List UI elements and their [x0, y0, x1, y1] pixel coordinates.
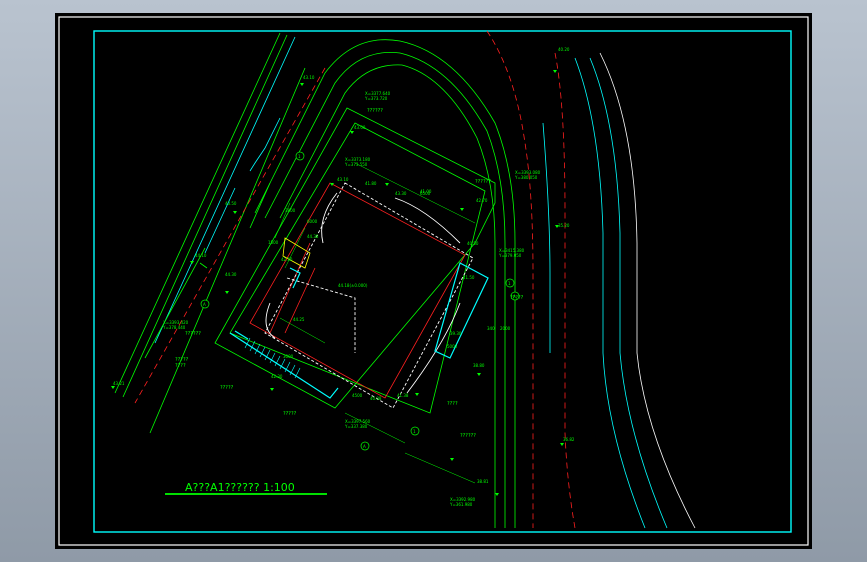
note-label: ??????: [460, 433, 476, 439]
elevation-label: 43.10: [337, 177, 349, 182]
dim-label: 3800: [285, 208, 296, 213]
note-label: ??????: [185, 331, 201, 337]
dim-label: 4500: [352, 393, 363, 398]
elevation-label: 40.08: [370, 396, 382, 401]
elevation-label: 41.80: [365, 181, 377, 186]
dim-label: 6000: [307, 219, 318, 224]
elevation-label: 43.00: [354, 125, 366, 130]
dim-label: 340: [487, 326, 495, 331]
elevation-label: 43.30: [395, 191, 407, 196]
elevation-label: 41.50: [463, 275, 475, 280]
building-outline: [264, 182, 474, 409]
left-road: [114, 32, 288, 398]
elevation-label: 41.38: [397, 393, 409, 398]
coord-label: Y=378.440: [162, 325, 186, 330]
note-label: ?????: [283, 411, 297, 417]
elevation-label: 38.81: [477, 479, 489, 484]
coord-label: Y=380.050: [514, 175, 538, 180]
outer-frame: [58, 16, 809, 546]
elevation-label: 36.82: [563, 437, 575, 442]
note-label: ??????: [367, 108, 383, 114]
cad-viewport[interactable]: 1 A A 1 1 A 43.10 43.00 43.50 44.10 44.3…: [55, 13, 812, 549]
note-label: ??????: [475, 179, 491, 185]
dim-label: 5000: [447, 344, 458, 349]
elevation-label: 42.70: [476, 198, 488, 203]
coord-label: Y=361.980: [449, 502, 473, 507]
elevation-label: 43.10: [303, 75, 315, 80]
left-red-boundary: [134, 67, 326, 404]
dim-label: 3000: [283, 354, 294, 359]
dim-label: 1500: [268, 240, 279, 245]
elevation-label: 40.20: [558, 47, 570, 52]
elevation-label: 42.30: [271, 374, 283, 379]
elevation-label: 43.21: [113, 381, 125, 386]
coord-label: Y=337.380: [344, 424, 368, 429]
elevation-label: 39.30: [450, 331, 462, 336]
elevation-label: 44.30: [225, 272, 237, 277]
axis-label: A: [203, 302, 206, 307]
elevation-label: 42.50: [281, 257, 293, 262]
coord-label: Y=373.550: [344, 162, 368, 167]
elevation-label: 44.10: [195, 253, 207, 258]
note-label: ????: [447, 401, 458, 407]
left-road-edge: [154, 36, 296, 344]
elevation-label: 44.18(±0.000): [338, 283, 368, 288]
curved-roads: [254, 30, 696, 529]
note-label: ?????: [220, 385, 234, 391]
note-label: ?????: [510, 295, 524, 301]
red-setback: [249, 182, 466, 399]
note-label: ????: [175, 363, 186, 369]
elevation-label: 43.50: [225, 201, 237, 206]
cyan-elements: [229, 237, 489, 399]
coord-label: Y=379.050: [498, 253, 522, 258]
elevation-label: 38.80: [473, 363, 485, 368]
axis-label: A: [363, 444, 366, 449]
drawing-title: A???A1?????? 1:100: [185, 481, 295, 494]
elevation-label: 44.25: [293, 317, 305, 322]
elevation-label: 35.20: [558, 223, 570, 228]
site-boundary: [214, 107, 496, 414]
coord-label: Y=373.720: [364, 96, 388, 101]
dim-label: 2000: [500, 326, 511, 331]
elevation-label: 40.50: [467, 241, 479, 246]
dimension-lines: [274, 162, 476, 484]
site-plan-drawing: 1 A A 1 1 A 43.10 43.00 43.50 44.10 44.3…: [58, 16, 809, 546]
dim-label: 6500: [420, 191, 431, 196]
elevation-label: 44.38: [307, 234, 319, 239]
